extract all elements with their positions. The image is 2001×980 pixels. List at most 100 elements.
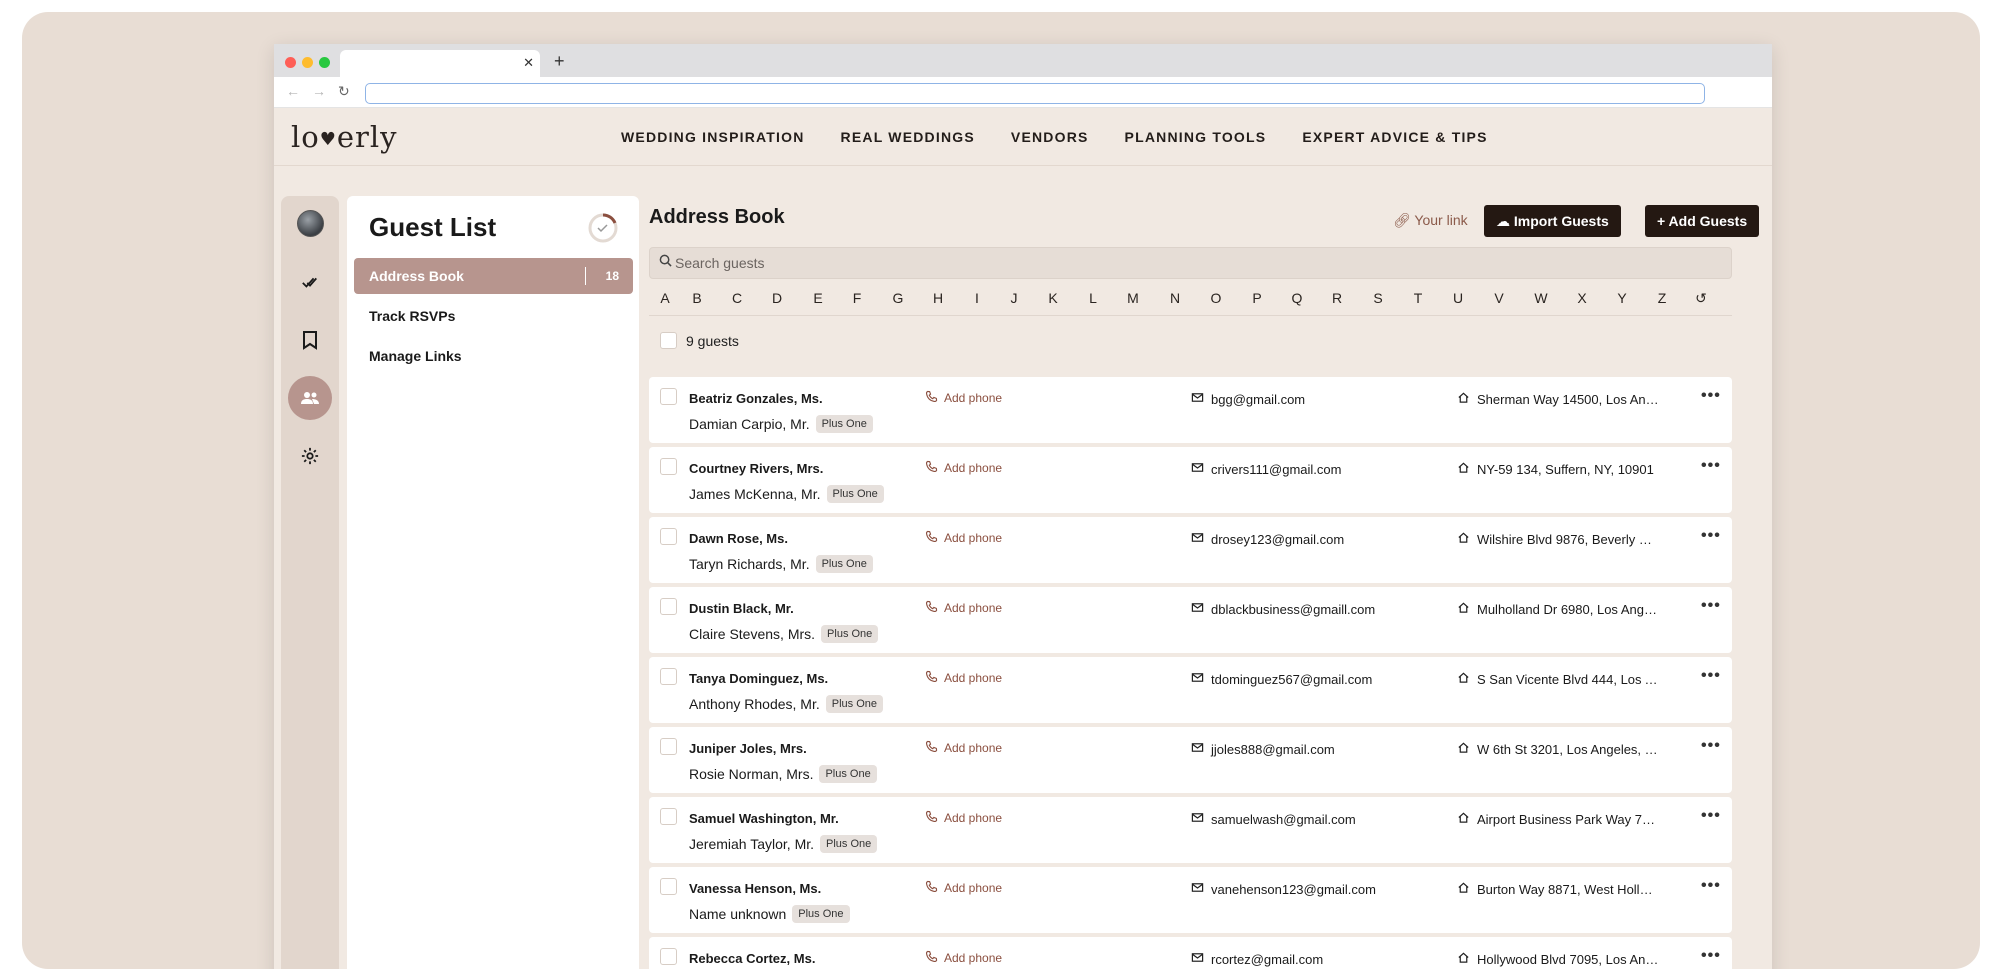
add-phone-button[interactable]: Add phone xyxy=(925,950,1002,966)
letter-e[interactable]: E xyxy=(808,290,828,306)
add-phone-button[interactable]: Add phone xyxy=(925,530,1002,546)
nav-expert-advice[interactable]: EXPERT ADVICE & TIPS xyxy=(1302,129,1487,145)
more-options-icon[interactable]: ••• xyxy=(1701,457,1721,475)
letter-t[interactable]: T xyxy=(1408,290,1428,306)
guest-row[interactable]: Tanya Dominguez, Ms. Anthony Rhodes, Mr. P… xyxy=(649,657,1732,723)
more-options-icon[interactable]: ••• xyxy=(1701,947,1721,965)
nav-vendors[interactable]: VENDORS xyxy=(1011,129,1089,145)
letter-l[interactable]: L xyxy=(1083,290,1103,306)
menu-address-book[interactable]: Address Book 18 xyxy=(354,258,633,294)
guest-checkbox[interactable] xyxy=(660,388,677,405)
letter-p[interactable]: P xyxy=(1247,290,1267,306)
guest-checkbox[interactable] xyxy=(660,528,677,545)
add-phone-button[interactable]: Add phone xyxy=(925,390,1002,406)
letter-m[interactable]: M xyxy=(1123,290,1143,306)
guest-checkbox[interactable] xyxy=(660,808,677,825)
more-options-icon[interactable]: ••• xyxy=(1701,527,1721,545)
letter-s[interactable]: S xyxy=(1368,290,1388,306)
guest-row[interactable]: Dustin Black, Mr. Claire Stevens, Mrs. Plu… xyxy=(649,587,1732,653)
more-options-icon[interactable]: ••• xyxy=(1701,597,1721,615)
letter-i[interactable]: I xyxy=(967,290,987,306)
browser-tab[interactable]: ✕ xyxy=(340,50,540,77)
add-guests-button[interactable]: + Add Guests xyxy=(1645,205,1760,237)
more-options-icon[interactable]: ••• xyxy=(1701,877,1721,895)
guest-checkbox[interactable] xyxy=(660,948,677,965)
search-input[interactable] xyxy=(675,253,1675,273)
letter-y[interactable]: Y xyxy=(1612,290,1632,306)
guest-checkbox[interactable] xyxy=(660,668,677,685)
bookmark-icon[interactable] xyxy=(288,318,332,362)
letter-z[interactable]: Z xyxy=(1652,290,1672,306)
more-options-icon[interactable]: ••• xyxy=(1701,667,1721,685)
guest-row[interactable]: Rebecca Cortez, Ms.Kevin Vail, Mr.Plus O… xyxy=(649,937,1732,969)
nav-planning-tools[interactable]: PLANNING TOOLS xyxy=(1125,129,1267,145)
select-all-row: 9 guests xyxy=(649,321,1732,359)
your-link-label: Your link xyxy=(1414,212,1468,228)
minimize-window-dot[interactable] xyxy=(302,57,313,68)
your-link-button[interactable]: 🔗︎ Your link xyxy=(1393,212,1468,229)
checklist-icon[interactable] xyxy=(288,260,332,304)
letter-j[interactable]: J xyxy=(1004,290,1024,306)
more-options-icon[interactable]: ••• xyxy=(1701,387,1721,405)
import-guests-button[interactable]: ☁ Import Guests xyxy=(1484,205,1621,237)
letter-c[interactable]: C xyxy=(727,290,747,306)
more-options-icon[interactable]: ••• xyxy=(1701,737,1721,755)
letter-n[interactable]: N xyxy=(1165,290,1185,306)
letter-u[interactable]: U xyxy=(1448,290,1468,306)
avatar[interactable] xyxy=(297,210,324,237)
guest-row[interactable]: Dawn Rose, Ms. Taryn Richards, Mr. Plus On… xyxy=(649,517,1732,583)
guest-checkbox[interactable] xyxy=(660,738,677,755)
guest-row[interactable]: Vanessa Henson, Ms. Name unknown Plus One A… xyxy=(649,867,1732,933)
guest-checkbox[interactable] xyxy=(660,878,677,895)
guest-checkbox[interactable] xyxy=(660,598,677,615)
address-bar[interactable] xyxy=(365,83,1705,104)
letter-a[interactable]: A xyxy=(655,290,675,306)
add-phone-button[interactable]: Add phone xyxy=(925,740,1002,756)
settings-gear-icon[interactable] xyxy=(288,434,332,478)
letter-k[interactable]: K xyxy=(1043,290,1063,306)
add-phone-button[interactable]: Add phone xyxy=(925,460,1002,476)
letter-h[interactable]: H xyxy=(928,290,948,306)
forward-arrow-icon[interactable]: → xyxy=(312,83,326,99)
letter-x[interactable]: X xyxy=(1572,290,1592,306)
add-phone-button[interactable]: Add phone xyxy=(925,670,1002,686)
guest-row[interactable]: Juniper Joles, Mrs. Rosie Norman, Mrs. Plu… xyxy=(649,727,1732,793)
letter-r[interactable]: R xyxy=(1327,290,1347,306)
letter-f[interactable]: F xyxy=(847,290,867,306)
maximize-window-dot[interactable] xyxy=(319,57,330,68)
guest-row[interactable]: Courtney Rivers, Mrs. James McKenna, Mr. P… xyxy=(649,447,1732,513)
page-background: ✕ + ← → ↻ lo♥erly WEDDING INSPIRATION RE… xyxy=(22,12,1980,969)
reload-icon[interactable]: ↻ xyxy=(338,83,350,99)
close-window-dot[interactable] xyxy=(285,57,296,68)
add-phone-button[interactable]: Add phone xyxy=(925,810,1002,826)
menu-manage-links[interactable]: Manage Links xyxy=(354,338,633,374)
add-phone-button[interactable]: Add phone xyxy=(925,880,1002,896)
menu-track-rsvps[interactable]: Track RSVPs xyxy=(354,298,633,334)
letter-d[interactable]: D xyxy=(767,290,787,306)
letter-g[interactable]: G xyxy=(888,290,908,306)
reset-filter-icon[interactable]: ↺ xyxy=(1691,290,1711,307)
letter-w[interactable]: W xyxy=(1531,290,1551,306)
new-tab-icon[interactable]: + xyxy=(554,52,565,70)
more-options-icon[interactable]: ••• xyxy=(1701,807,1721,825)
nav-wedding-inspiration[interactable]: WEDDING INSPIRATION xyxy=(621,129,805,145)
nav-real-weddings[interactable]: REAL WEDDINGS xyxy=(841,129,975,145)
letter-q[interactable]: Q xyxy=(1287,290,1307,306)
letter-v[interactable]: V xyxy=(1489,290,1509,306)
guests-icon[interactable] xyxy=(288,376,332,420)
close-tab-icon[interactable]: ✕ xyxy=(523,55,534,71)
letter-o[interactable]: O xyxy=(1206,290,1226,306)
back-arrow-icon[interactable]: ← xyxy=(286,83,300,99)
add-phone-button[interactable]: Add phone xyxy=(925,600,1002,616)
logo-text-start: lo xyxy=(291,120,320,154)
guest-row[interactable]: Beatriz Gonzales, Ms. Damian Carpio, Mr. P… xyxy=(649,377,1732,443)
letter-b[interactable]: B xyxy=(687,290,707,306)
guest-address: Hollywood Blvd 7095, Los Angeles xyxy=(1457,951,1659,967)
guest-row[interactable]: Samuel Washington, Mr. Jeremiah Taylor, M… xyxy=(649,797,1732,863)
lovely-logo[interactable]: lo♥erly xyxy=(291,120,398,154)
select-all-checkbox[interactable] xyxy=(660,332,677,349)
address-text: S San Vicente Blvd 444, Los Angeles xyxy=(1477,671,1659,687)
guest-email: vanehenson123@gmail.com xyxy=(1191,881,1376,897)
secondary-guest-name: Rosie Norman, Mrs. xyxy=(689,766,814,782)
guest-checkbox[interactable] xyxy=(660,458,677,475)
